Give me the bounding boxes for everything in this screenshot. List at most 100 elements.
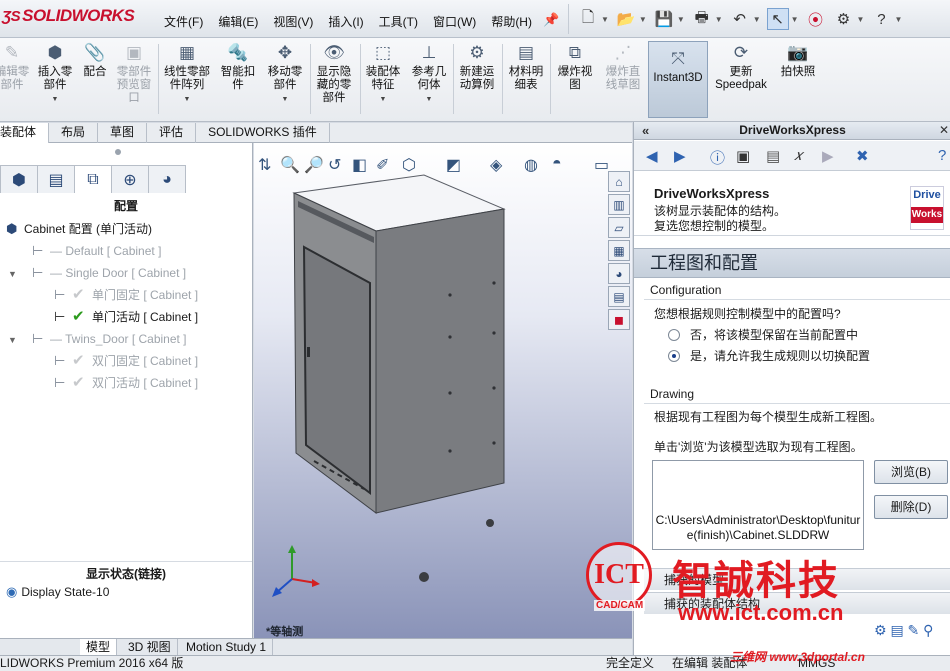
capture-icon[interactable]: ▣	[736, 147, 750, 165]
tree-item-single-door[interactable]: ▼ ⊢ — Single Door [ Cabinet ]	[8, 263, 186, 283]
assembly-features-dropdown-icon[interactable]: ▼	[362, 93, 404, 106]
tab-evaluate[interactable]: 评估	[147, 123, 197, 143]
select-dropdown-icon[interactable]: ▼	[791, 15, 799, 24]
mate-button[interactable]: 📎 配合	[80, 42, 110, 79]
tree-item-single-fixed[interactable]: ⊢ ✔ 单门固定 [ Cabinet ]	[8, 285, 198, 305]
rebuild-traffic-light-icon[interactable]: ⦿	[805, 8, 827, 30]
help-icon[interactable]: ?	[938, 147, 946, 164]
menu-tools[interactable]: 工具(T)	[373, 13, 424, 30]
tab-solidworks-addins[interactable]: SOLIDWORKS 插件	[196, 123, 330, 143]
drawing-path-list[interactable]: C:\Users\Administrator\Desktop\funiture(…	[652, 460, 864, 550]
config-root[interactable]: ⬢ Cabinet 配置 (单门活动)	[6, 219, 152, 239]
insert-component-dropdown-icon[interactable]: ▼	[34, 93, 76, 106]
close-x-icon[interactable]: ✖	[856, 147, 869, 165]
tab-layout[interactable]: 布局	[49, 123, 99, 143]
captured-assembly-bar[interactable]: 捕获的装配体结构	[644, 592, 950, 614]
back-arrow-icon[interactable]: ◀	[646, 147, 658, 165]
open-dropdown-icon[interactable]: ▼	[639, 15, 647, 24]
collapse-panel-icon[interactable]: «	[642, 122, 649, 139]
door-handle	[307, 347, 310, 357]
tab-assembly[interactable]: 装配体	[0, 123, 50, 143]
formula-icon[interactable]: 𝑥	[794, 147, 802, 164]
menu-view[interactable]: 视图(V)	[267, 13, 319, 30]
print-dropdown-icon[interactable]: ▼	[715, 15, 723, 24]
save-dropdown-icon[interactable]: ▼	[677, 15, 685, 24]
instant3d-button[interactable]: ⤧ Instant3D	[648, 42, 708, 85]
reference-geometry-dropdown-icon[interactable]: ▼	[408, 93, 450, 106]
radio-yes-option[interactable]: 是，请允许我生成规则以切换配置	[668, 347, 870, 364]
tree-item-single-active[interactable]: ⊢ ✔ 单门活动 [ Cabinet ]	[8, 307, 198, 327]
dimxpert-tab-icon[interactable]: ⊕	[111, 165, 149, 193]
options-dropdown-icon[interactable]: ▼	[857, 15, 865, 24]
main-menu: 文件(F) 编辑(E) 视图(V) 插入(I) 工具(T) 窗口(W) 帮助(H…	[158, 13, 541, 30]
component-preview-button[interactable]: ▣ 零部件 预览窗 口	[112, 42, 156, 105]
radio-no[interactable]	[668, 328, 680, 341]
select-pointer-icon[interactable]: ↖	[766, 8, 789, 30]
pin-icon[interactable]: 📌	[543, 12, 559, 28]
captured-models-bar[interactable]: 捕获的模型	[644, 568, 950, 590]
new-dropdown-icon[interactable]: ▼	[601, 15, 609, 24]
browse-button[interactable]: 浏览(B)	[874, 460, 948, 484]
solidworks-logo[interactable]: ƷS SOLIDWORKS	[2, 6, 135, 26]
menu-file[interactable]: 文件(F)	[158, 13, 209, 30]
radio-no-option[interactable]: 否，将该模型保留在当前配置中	[668, 326, 858, 343]
help-dropdown-icon[interactable]: ▼	[894, 15, 902, 24]
options-gear-icon[interactable]: ⚙	[833, 8, 855, 30]
new-document-icon[interactable]: 🗋	[577, 8, 599, 30]
new-motion-study-button[interactable]: ⚙ 新建运 动算例	[455, 42, 499, 92]
menu-window[interactable]: 窗口(W)	[427, 13, 482, 30]
collapse-toggle-icon[interactable]: ▼	[8, 330, 20, 350]
tab-motion-study[interactable]: Motion Study 1	[180, 639, 274, 656]
undo-dropdown-icon[interactable]: ▼	[753, 15, 761, 24]
help-icon[interactable]: ?	[870, 8, 892, 30]
tree-item-twins-active[interactable]: ⊢ ✔ 双门活动 [ Cabinet ]	[8, 373, 198, 393]
tree-item-default[interactable]: ⊢ — Default [ Cabinet ]	[8, 241, 161, 261]
forward-arrow-icon[interactable]: ▶	[674, 147, 686, 165]
tab-3d-view[interactable]: 3D 视图	[122, 639, 178, 656]
menu-help[interactable]: 帮助(H)	[485, 13, 538, 30]
close-icon[interactable]: ✕	[939, 122, 949, 139]
footer-tool-icons[interactable]: ⚙ ▤ ✎ ⚲	[874, 622, 933, 639]
insert-component-button[interactable]: ⬢ 插入零 部件 ▼	[34, 42, 76, 106]
exploded-view-button[interactable]: ⧉ 爆炸视 图	[552, 42, 598, 92]
linear-pattern-button[interactable]: ▦ 线性零部 件阵列 ▼	[160, 42, 214, 106]
delete-button[interactable]: 删除(D)	[874, 495, 948, 519]
tab-sketch[interactable]: 草图	[98, 123, 148, 143]
configuration-manager-tab-icon[interactable]: ⧉	[74, 165, 112, 193]
menu-insert[interactable]: 插入(I)	[322, 13, 369, 30]
configuration-icon: ⊢	[54, 287, 66, 302]
assembly-features-button[interactable]: ⬚ 装配体 特征 ▼	[362, 42, 404, 106]
collapse-toggle-icon[interactable]: ▼	[8, 264, 20, 284]
edit-component-button[interactable]: ✎ 编辑零 部件	[0, 42, 32, 92]
open-icon[interactable]: 📂	[615, 8, 637, 30]
display-state-item[interactable]: ◉ Display State-10	[6, 584, 109, 600]
bom-button[interactable]: ▤ 材料明 细表	[504, 42, 548, 92]
undo-icon[interactable]: ↶	[729, 8, 751, 30]
show-hidden-icon: 👁	[323, 43, 345, 62]
feature-manager-tab-icon[interactable]: ⬢	[0, 165, 38, 193]
linear-pattern-dropdown-icon[interactable]: ▼	[160, 93, 214, 106]
display-manager-tab-icon[interactable]: ◕	[148, 165, 186, 193]
update-speedpak-button[interactable]: ⟳ 更新 Speedpak	[712, 42, 770, 92]
move-component-button[interactable]: ✥ 移动零 部件 ▼	[262, 42, 308, 106]
radio-yes[interactable]	[668, 349, 680, 362]
show-hidden-components-button[interactable]: 👁 显示隐 藏的零 部件	[312, 42, 356, 105]
explode-line-sketch-button[interactable]: ⋰ 爆炸直 线草图	[600, 42, 646, 92]
reference-geometry-button[interactable]: ⊥ 参考几 何体 ▼	[408, 42, 450, 106]
side-screw	[492, 441, 496, 445]
save-icon[interactable]: 💾	[653, 8, 675, 30]
tree-item-twins-fixed[interactable]: ⊢ ✔ 双门固定 [ Cabinet ]	[8, 351, 198, 371]
smart-fastener-button[interactable]: 🔩 智能扣 件	[218, 42, 258, 92]
panel-grip-handle[interactable]	[115, 149, 121, 155]
info-icon[interactable]: ⓘ	[710, 147, 725, 168]
graphics-viewport[interactable]: ⇅ 🔍 🔎 ↺ ◧ ✐ ⬡ ◩ ◈ ◍ ◓ ▭ ⌂ ▥ ▱ ▦ ◕ ▤ ◼ *等…	[254, 143, 632, 638]
take-snapshot-button[interactable]: 📷 拍快照	[776, 42, 820, 79]
run-icon[interactable]: ▶	[822, 147, 834, 165]
document-icon[interactable]: ▤	[766, 147, 780, 165]
tree-item-twins-door[interactable]: ▼ ⊢ — Twins_Door [ Cabinet ]	[8, 329, 187, 349]
menu-edit[interactable]: 编辑(E)	[212, 13, 264, 30]
move-component-dropdown-icon[interactable]: ▼	[262, 93, 308, 106]
property-manager-tab-icon[interactable]: ▤	[37, 165, 75, 193]
print-icon[interactable]: 🖶	[691, 8, 713, 30]
tab-model[interactable]: 模型	[80, 639, 118, 656]
